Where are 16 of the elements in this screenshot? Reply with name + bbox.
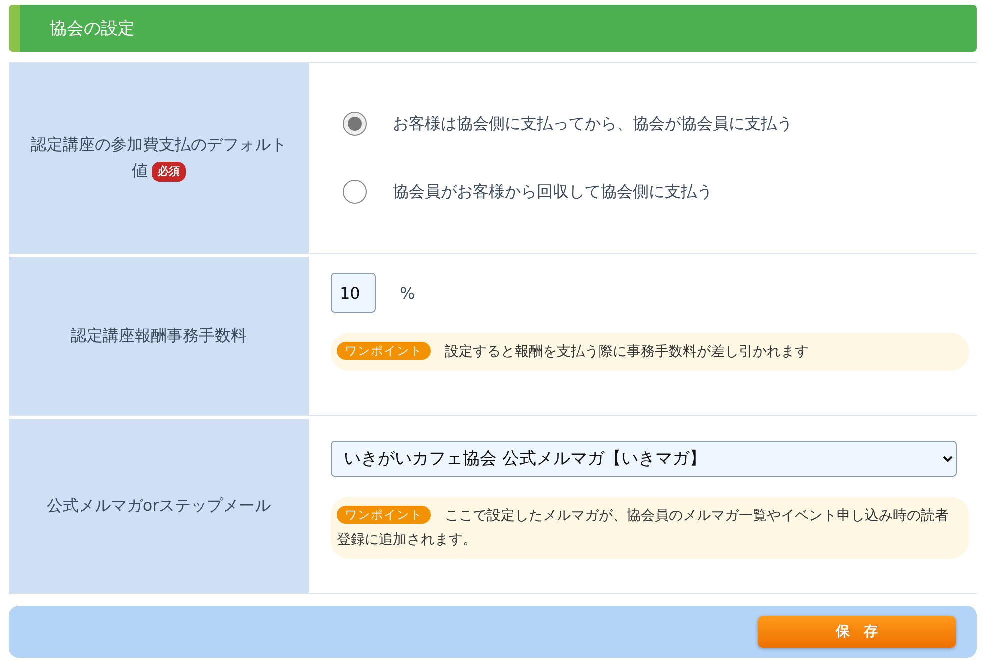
radio-label[interactable]: お客様は協会側に支払ってから、協会が協会員に支払う: [393, 114, 793, 134]
radio-button[interactable]: [343, 112, 367, 136]
tip-badge: ワンポイント: [337, 506, 431, 524]
tip-badge: ワンポイント: [337, 342, 431, 360]
section-header: 協会の設定: [9, 5, 977, 52]
newsletter-select[interactable]: いきがいカフェ協会 公式メルマガ【いきマガ】: [331, 441, 957, 477]
field-label: 公式メルマガorステップメール: [9, 419, 309, 593]
required-badge: 必須: [152, 162, 186, 182]
tip-text: ワンポイント 設定すると報酬を支払う際に事務手数料が差し引かれます: [331, 333, 969, 371]
field-label: 認定講座報酬事務手数料: [9, 257, 309, 415]
field-label: 認定講座の参加費支払のデフォルト値 必須: [9, 63, 309, 253]
fee-input[interactable]: 10: [331, 273, 376, 313]
radio-button[interactable]: [343, 180, 367, 204]
radio-label[interactable]: 協会員がお客様から回収して協会側に支払う: [393, 182, 713, 202]
tip-text: ワンポイント ここで設定したメルマガが、協会員のメルマガ一覧やイベント申し込み時の読者登録に追加されます。: [331, 497, 969, 559]
unit-label: %: [400, 284, 416, 302]
